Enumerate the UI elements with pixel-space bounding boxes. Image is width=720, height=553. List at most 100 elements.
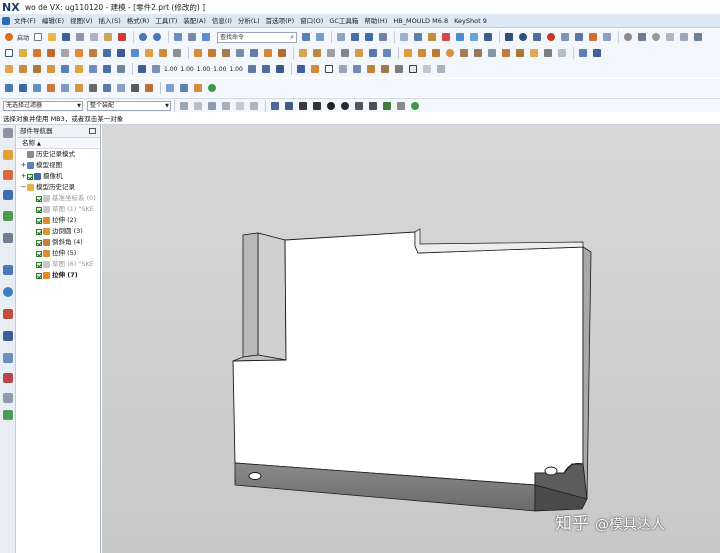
hide-icon[interactable] xyxy=(577,47,589,59)
left-outer-wall-upper[interactable] xyxy=(242,232,259,358)
menu-edit[interactable]: 编辑(E) xyxy=(39,15,67,27)
quadrant-snap-icon[interactable] xyxy=(339,100,351,112)
rectangle-select-icon[interactable] xyxy=(206,100,218,112)
visibility-checkbox-icon[interactable] xyxy=(36,217,42,224)
surface-icon[interactable] xyxy=(3,63,15,75)
thicken-icon[interactable] xyxy=(206,47,218,59)
pocket-icon[interactable] xyxy=(87,47,99,59)
tree-node[interactable]: − 模型历史记录 xyxy=(17,182,100,193)
shell-icon[interactable] xyxy=(192,47,204,59)
project-curve-icon[interactable] xyxy=(31,82,43,94)
datum-icon[interactable] xyxy=(17,47,29,59)
fit-view-icon[interactable] xyxy=(300,31,312,43)
menu-information[interactable]: 信息(I) xyxy=(209,15,235,27)
tree-node[interactable]: 草图 (6) "SKE xyxy=(17,259,100,270)
csys-icon[interactable] xyxy=(587,31,599,43)
tube-icon[interactable] xyxy=(528,47,540,59)
linked-body-icon[interactable] xyxy=(381,47,393,59)
tree-node[interactable]: 历史记录模式 xyxy=(17,149,100,160)
process-studio-tab-icon[interactable] xyxy=(3,309,13,319)
extrude-icon[interactable] xyxy=(31,47,43,59)
visibility-checkbox-icon[interactable] xyxy=(36,195,42,202)
undock-window-icon[interactable] xyxy=(89,128,96,134)
model-viewport-svg[interactable] xyxy=(102,125,720,553)
unite-icon[interactable] xyxy=(101,47,113,59)
rib-icon[interactable] xyxy=(486,47,498,59)
table-icon[interactable] xyxy=(335,31,347,43)
column-header-name[interactable]: 名称 ▲ xyxy=(17,138,100,149)
drafting-icon[interactable] xyxy=(421,63,433,75)
datum-axis-icon[interactable] xyxy=(573,31,585,43)
arc-icon[interactable] xyxy=(517,31,529,43)
intersect-icon[interactable] xyxy=(129,47,141,59)
visibility-checkbox-icon[interactable] xyxy=(27,173,33,180)
chamfer-icon[interactable] xyxy=(157,47,169,59)
groove-icon[interactable] xyxy=(458,47,470,59)
emboss-icon[interactable] xyxy=(500,47,512,59)
open-folder-icon[interactable] xyxy=(46,31,58,43)
edge-display-icon[interactable] xyxy=(377,31,389,43)
bridge-curve-icon[interactable] xyxy=(73,82,85,94)
info-icon[interactable] xyxy=(150,63,162,75)
hole-icon[interactable] xyxy=(59,47,71,59)
reuse-library-tab-icon[interactable] xyxy=(3,211,13,221)
new-file-icon[interactable] xyxy=(32,31,44,43)
menu-insert[interactable]: 插入(S) xyxy=(96,15,124,27)
touch-mode-icon[interactable] xyxy=(186,31,198,43)
selection-scope-dropdown[interactable]: 整个装配 ▼ xyxy=(87,100,171,111)
synchronous-icon[interactable] xyxy=(367,47,379,59)
tree-node[interactable]: 拉伸 (5) xyxy=(17,248,100,259)
right-hole[interactable] xyxy=(544,466,558,476)
update-icon[interactable] xyxy=(351,63,363,75)
draft-icon[interactable] xyxy=(171,47,183,59)
export-icon[interactable] xyxy=(393,63,405,75)
tree-node[interactable]: 边倒圆 (3) xyxy=(17,226,100,237)
menu-preferences[interactable]: 首选项(P) xyxy=(263,15,298,27)
point-on-face-snap-icon[interactable] xyxy=(381,100,393,112)
tree-node[interactable]: 倒斜角 (4) xyxy=(17,237,100,248)
through-curves-icon[interactable] xyxy=(31,63,43,75)
display-icon[interactable] xyxy=(482,31,494,43)
smooth-curve-icon[interactable] xyxy=(192,82,204,94)
menu-keyshot[interactable]: KeyShot 9 xyxy=(451,15,490,27)
subtract-icon[interactable] xyxy=(115,47,127,59)
menu-hb-mould[interactable]: HB_MOULD M6.8 xyxy=(390,15,451,27)
control-point-snap-icon[interactable] xyxy=(297,100,309,112)
wireframe-icon[interactable] xyxy=(664,31,676,43)
midpoint-snap-icon[interactable] xyxy=(283,100,295,112)
redo-icon[interactable] xyxy=(151,31,163,43)
optimize-icon[interactable] xyxy=(309,63,321,75)
search-icon[interactable]: ⌕ xyxy=(290,33,294,41)
menu-analysis[interactable]: 分析(L) xyxy=(235,15,263,27)
triangle-icon[interactable] xyxy=(407,63,419,75)
point-icon[interactable] xyxy=(545,31,557,43)
line-icon[interactable] xyxy=(503,31,515,43)
mold-wizard-icon[interactable] xyxy=(365,63,377,75)
paste-icon[interactable] xyxy=(102,31,114,43)
visibility-checkbox-icon[interactable] xyxy=(36,272,42,279)
menu-app-icon[interactable] xyxy=(2,16,10,25)
cylinder-icon[interactable] xyxy=(416,47,428,59)
analysis-icon[interactable] xyxy=(650,31,662,43)
endpoint-snap-icon[interactable] xyxy=(269,100,281,112)
snap-reset-icon[interactable] xyxy=(409,100,421,112)
extend-icon[interactable] xyxy=(101,63,113,75)
resize-blend-icon[interactable] xyxy=(353,47,365,59)
settings-gear-icon[interactable] xyxy=(3,128,13,138)
outside-select-icon[interactable] xyxy=(248,100,260,112)
visibility-checkbox-icon[interactable] xyxy=(36,239,42,246)
lasso-select-icon[interactable] xyxy=(220,100,232,112)
boss-icon[interactable] xyxy=(73,47,85,59)
spline-icon[interactable] xyxy=(531,31,543,43)
pull-face-icon[interactable] xyxy=(311,47,323,59)
inside-select-icon[interactable] xyxy=(234,100,246,112)
delete-icon[interactable] xyxy=(116,31,128,43)
material-icon[interactable] xyxy=(426,31,438,43)
palette-tab-icon[interactable] xyxy=(3,393,13,403)
slot-icon[interactable] xyxy=(472,47,484,59)
tree-node[interactable]: 拉伸 (2) xyxy=(17,215,100,226)
intersection-curve-icon[interactable] xyxy=(17,82,29,94)
pmi-icon[interactable] xyxy=(435,63,447,75)
menu-window[interactable]: 窗口(O) xyxy=(297,15,326,27)
point-on-curve-snap-icon[interactable] xyxy=(367,100,379,112)
